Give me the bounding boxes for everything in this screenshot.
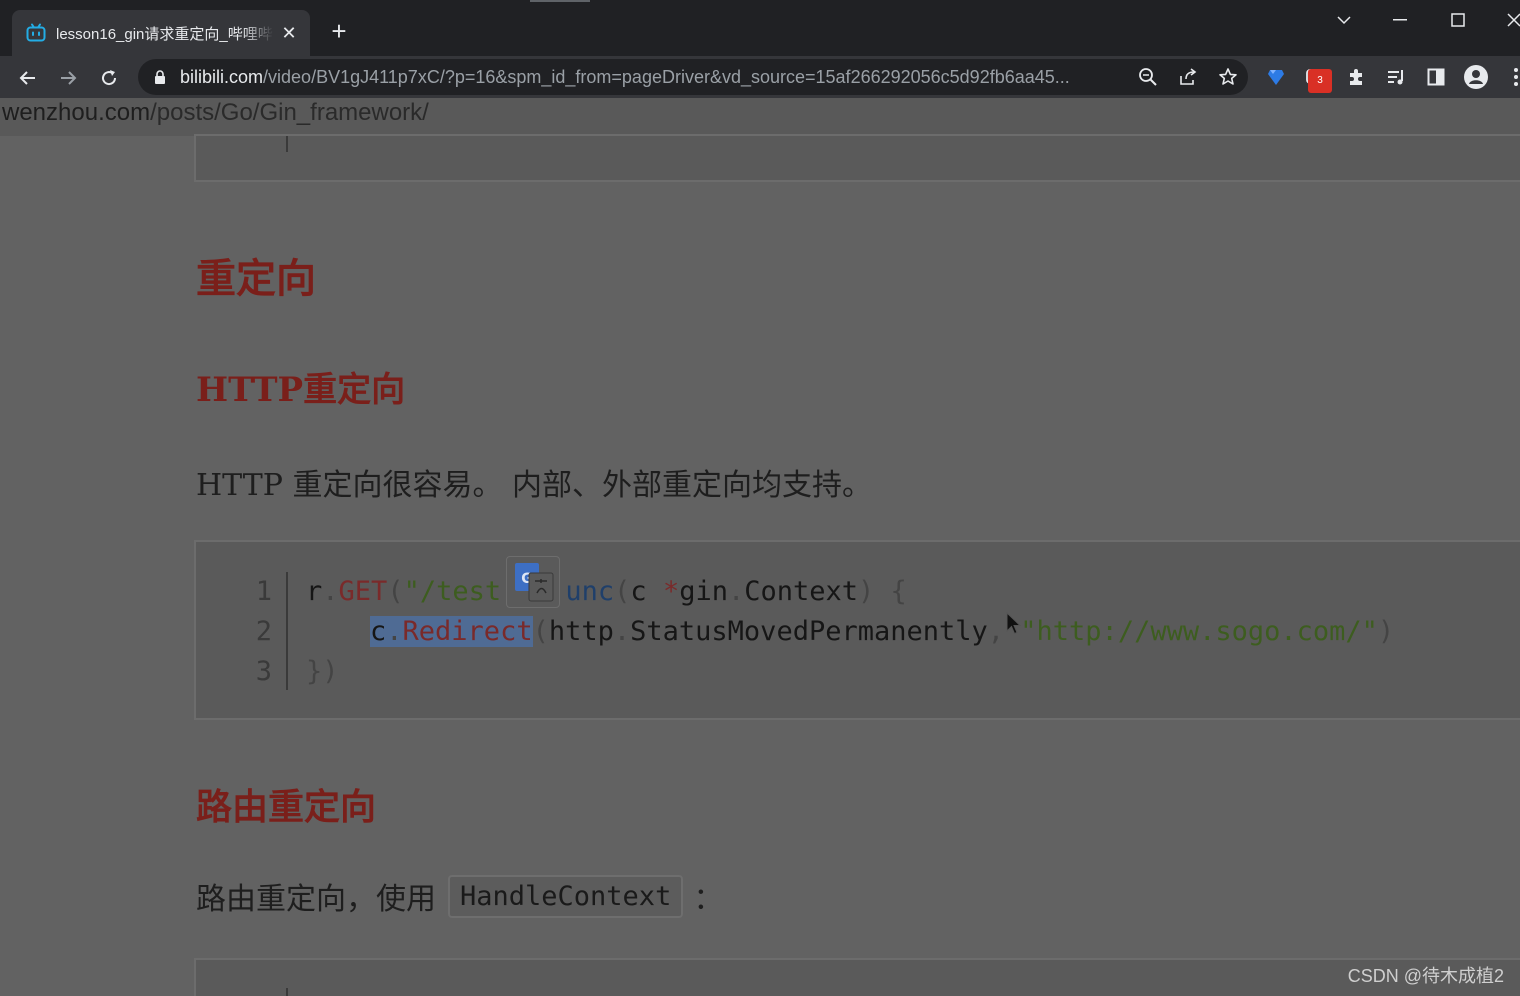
share-icon[interactable] <box>1176 65 1200 89</box>
blog-url-host: wenzhou.com <box>2 99 151 126</box>
side-panel-icon[interactable] <box>1424 65 1448 89</box>
active-tab[interactable]: lesson16_gin请求重定向_哔哩哔 ✕ <box>12 10 310 56</box>
minimize-button[interactable] <box>1382 6 1418 34</box>
code-token: "http://www.sogo.com/" <box>1020 616 1378 647</box>
url-host: bilibili.com <box>180 66 264 87</box>
code-token: . <box>386 616 403 647</box>
media-controls-icon[interactable] <box>1384 65 1408 89</box>
heading-http-redirect: HTTP重定向 <box>196 370 406 410</box>
code-token: * <box>662 576 680 607</box>
next-code-block <box>194 958 1520 996</box>
line-number: 1 <box>255 576 272 607</box>
code-token: ( <box>532 616 549 647</box>
new-tab-button[interactable]: + <box>326 18 352 44</box>
blog-url-path: /posts/Go/Gin_framework/ <box>150 99 429 126</box>
route-redirect-colon: ： <box>693 882 724 917</box>
maximize-button[interactable] <box>1440 6 1476 34</box>
line-number: 3 <box>255 656 272 687</box>
browser-toolbar: bilibili.com/video/BV1gJ411p7xC/?p=16&sp… <box>0 56 1520 98</box>
minimize-icon <box>1393 19 1407 21</box>
code-token: c <box>630 576 663 607</box>
code-token: Redirect <box>402 616 533 647</box>
code-token: "/test' <box>403 576 518 607</box>
code-line-3: }) <box>306 656 339 687</box>
bookmark-star-icon[interactable] <box>1216 65 1240 89</box>
back-button[interactable] <box>14 64 42 92</box>
page-url-strip: wenzhou.com/posts/Go/Gin_framework/ <box>0 98 1520 136</box>
close-icon <box>1507 13 1520 27</box>
code-gutter <box>286 136 288 152</box>
code-line-1: r.GET("/test' unc(c *gin.Context) { <box>306 572 907 612</box>
gem-extension-icon[interactable] <box>1264 65 1288 89</box>
lock-icon[interactable] <box>152 69 168 85</box>
route-redirect-description: 路由重定向，使用 HandleContext ： <box>196 874 723 918</box>
route-redirect-text: 路由重定向，使用 <box>196 882 436 917</box>
code-token: . <box>727 576 745 607</box>
forward-button[interactable] <box>54 64 82 92</box>
bilibili-favicon-icon <box>26 23 46 43</box>
csdn-watermark: CSDN @待木成植2 <box>1347 966 1504 986</box>
screen-capture-extension-icon[interactable]: 3 <box>1304 65 1332 93</box>
tab-search-button[interactable] <box>1326 6 1362 34</box>
tab-close-icon[interactable]: ✕ <box>278 23 300 44</box>
code-line-2: c.Redirect(http.StatusMovedPermanently, … <box>370 612 1394 652</box>
previous-code-block <box>194 134 1520 182</box>
blog-url[interactable]: wenzhou.com/posts/Go/Gin_framework/ <box>2 98 429 128</box>
arrow-right-icon <box>61 71 77 85</box>
url-path: /video/BV1gJ411p7xC/?p=16&spm_id_from=pa… <box>263 66 1070 87</box>
chevron-down-icon <box>1337 16 1351 25</box>
code-token: Context <box>744 576 859 607</box>
browser-menu-icon[interactable] <box>1504 65 1520 89</box>
reload-icon <box>102 70 117 86</box>
google-translate-icon: G <box>515 563 554 602</box>
heading-redirect: 重定向 <box>196 255 316 302</box>
selected-text[interactable]: c.Redirect <box>370 616 533 647</box>
code-token: ) { <box>858 576 907 607</box>
code-token: ( <box>387 576 404 607</box>
inline-code-handlecontext: HandleContext <box>448 874 684 918</box>
url-text[interactable]: bilibili.com/video/BV1gJ411p7xC/?p=16&sp… <box>180 67 1125 88</box>
zoom-icon[interactable] <box>1136 65 1160 89</box>
mouse-cursor-icon <box>1006 612 1022 635</box>
heading-route-redirect: 路由重定向 <box>196 786 377 828</box>
extension-badge: 3 <box>1308 69 1332 93</box>
code-token: r <box>306 576 323 607</box>
tab-strip: lesson16_gin请求重定向_哔哩哔 ✕ + <box>0 0 1520 56</box>
tabstrip-drag-area <box>530 0 590 2</box>
arrow-left-icon <box>19 71 35 85</box>
http-redirect-description: HTTP 重定向很容易。 内部、外部重定向均支持。 <box>196 468 872 503</box>
code-token: StatusMovedPermanently <box>630 616 988 647</box>
code-token: . <box>322 576 339 607</box>
translate-popup-button[interactable]: G <box>506 556 560 608</box>
code-token: ( <box>614 576 631 607</box>
close-window-button[interactable] <box>1496 6 1520 34</box>
code-token: unc <box>565 576 615 607</box>
line-number: 2 <box>255 616 272 647</box>
code-token: gin <box>679 576 728 607</box>
address-bar[interactable]: bilibili.com/video/BV1gJ411p7xC/?p=16&sp… <box>138 59 1248 95</box>
tab-title: lesson16_gin请求重定向_哔哩哔 <box>56 25 273 43</box>
code-block-http-redirect: 1 2 3 r.GET("/test' unc(c *gin.Context) {… <box>194 540 1520 720</box>
profile-avatar-icon[interactable] <box>1464 65 1488 89</box>
maximize-icon <box>1451 13 1465 27</box>
code-token: http <box>548 616 614 647</box>
puzzle-extensions-icon[interactable] <box>1344 65 1368 89</box>
code-gutter <box>286 572 288 690</box>
reload-button[interactable] <box>95 64 123 92</box>
code-token: ) <box>1377 616 1395 647</box>
code-token: c <box>370 616 387 647</box>
code-token: GET <box>338 576 388 607</box>
code-token: . <box>613 616 631 647</box>
code-gutter <box>286 988 288 996</box>
